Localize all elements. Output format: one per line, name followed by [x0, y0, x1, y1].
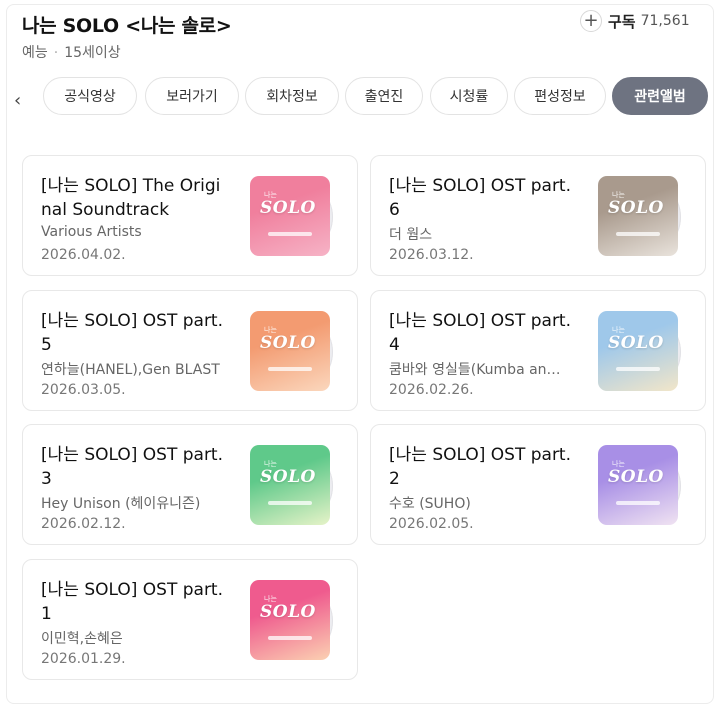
album-cover: 나는 SOLO — [598, 445, 678, 525]
album-card[interactable]: [나는 SOLO] OST part.3 Hey Unison (헤이유니즌) … — [22, 424, 358, 545]
album-card[interactable]: [나는 SOLO] OST part.4 쿰바와 영실들(Kumba an… 2… — [370, 290, 706, 411]
album-cover: 나는 SOLO — [598, 176, 678, 256]
tab-label: 시청률 — [449, 89, 489, 105]
album-card[interactable]: [나는 SOLO] OST part.6 더 웜스 2026.03.12. 나는… — [370, 155, 706, 276]
album-artist: 쿰바와 영실들(Kumba an… — [389, 362, 561, 378]
album-release-date: 2026.04.02. — [41, 247, 126, 263]
album-card[interactable]: [나는 SOLO] OST part.1 이민혁,손혜은 2026.01.29.… — [22, 559, 358, 680]
tab-watch[interactable]: 보러가기 — [145, 77, 239, 115]
album-title: [나는 SOLO] OST part.2 — [389, 445, 571, 489]
age-rating: 15세이상 — [64, 45, 121, 61]
album-title: [나는 SOLO] OST part.6 — [389, 176, 571, 220]
album-release-date: 2026.02.05. — [389, 516, 474, 532]
album-title: [나는 SOLO] OST part.5 — [41, 311, 223, 355]
subscribe-label: 구독 — [608, 12, 636, 31]
album-release-date: 2026.03.05. — [41, 382, 126, 398]
tab-label: 출연진 — [364, 89, 404, 105]
album-release-date: 2026.03.12. — [389, 247, 474, 263]
genre-label: 예능 — [22, 45, 48, 61]
tab-episodes[interactable]: 회차정보 — [245, 77, 339, 115]
album-artist: 연하늘(HANEL),Gen BLAST — [41, 362, 220, 378]
tab-label: 공식영상 — [64, 89, 116, 105]
program-title[interactable]: 나는 SOLO <나는 솔로> — [22, 11, 232, 38]
plus-icon: + — [580, 10, 602, 32]
album-title: [나는 SOLO] The Original Soundtrack — [41, 176, 221, 220]
album-release-date: 2026.02.12. — [41, 516, 126, 532]
program-meta: 예능 · 15세이상 — [22, 42, 121, 62]
album-title: [나는 SOLO] OST part.4 — [389, 311, 571, 355]
tab-official-video[interactable]: 공식영상 — [43, 77, 137, 115]
album-card[interactable]: [나는 SOLO] OST part.2 수호 (SUHO) 2026.02.0… — [370, 424, 706, 545]
tab-cast[interactable]: 출연진 — [345, 77, 423, 115]
album-artist: Hey Unison (헤이유니즌) — [41, 496, 201, 512]
subscriber-count: 71,561 — [640, 13, 690, 29]
album-title: [나는 SOLO] OST part.3 — [41, 445, 223, 489]
album-release-date: 2026.01.29. — [41, 651, 126, 667]
album-artist: 더 웜스 — [389, 227, 433, 243]
album-cover: 나는 SOLO — [250, 311, 330, 391]
tab-related-albums[interactable]: 관련앨범 — [612, 77, 708, 115]
chevron-left-icon[interactable]: ‹ — [14, 92, 21, 110]
album-cover: 나는 SOLO — [250, 176, 330, 256]
album-title: [나는 SOLO] OST part.1 — [41, 580, 223, 624]
album-card[interactable]: [나는 SOLO] OST part.5 연하늘(HANEL),Gen BLAS… — [22, 290, 358, 411]
album-cover: 나는 SOLO — [250, 445, 330, 525]
album-cover: 나는 SOLO — [598, 311, 678, 391]
tab-label: 편성정보 — [534, 89, 586, 105]
meta-separator: · — [53, 45, 59, 61]
tab-label: 보러가기 — [166, 89, 218, 105]
tab-ratings[interactable]: 시청률 — [430, 77, 508, 115]
tab-schedule[interactable]: 편성정보 — [514, 77, 606, 115]
tab-label: 회차정보 — [266, 89, 318, 105]
tab-label: 관련앨범 — [634, 89, 686, 105]
album-artist: Various Artists — [41, 224, 142, 240]
album-release-date: 2026.02.26. — [389, 382, 474, 398]
album-card[interactable]: [나는 SOLO] The Original Soundtrack Variou… — [22, 155, 358, 276]
subscribe-button[interactable]: + 구독 71,561 — [580, 10, 690, 32]
album-cover: 나는 SOLO — [250, 580, 330, 660]
album-artist: 수호 (SUHO) — [389, 496, 471, 512]
album-artist: 이민혁,손혜은 — [41, 631, 123, 647]
